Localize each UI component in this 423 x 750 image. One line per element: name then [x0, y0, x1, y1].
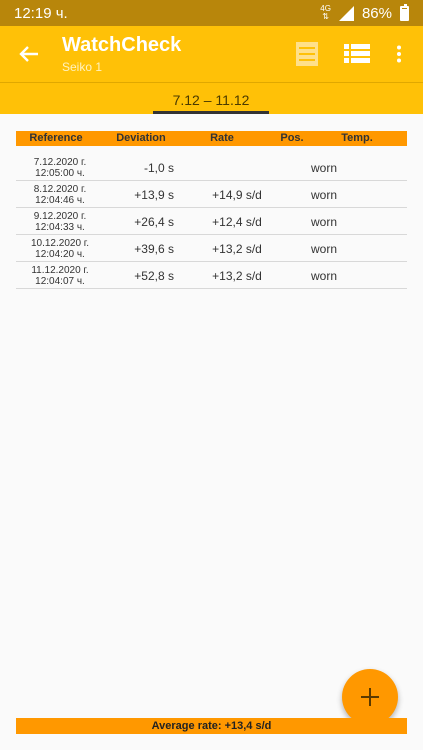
- deviation-cell: +39,6 s: [134, 242, 174, 256]
- reference-time: 12:04:20 ч.: [35, 249, 85, 260]
- table-row[interactable]: 7.12.2020 г. 12:05:00 ч. -1,0 s worn: [16, 154, 407, 181]
- reference-cell: 11.12.2020 г. 12:04:07 ч.: [16, 265, 104, 287]
- reference-date: 10.12.2020 г.: [30, 238, 90, 249]
- deviation-cell: +13,9 s: [134, 188, 174, 202]
- reference-date: 8.12.2020 г.: [33, 184, 87, 195]
- reference-date: 11.12.2020 г.: [31, 265, 89, 276]
- rate-cell: +14,9 s/d: [212, 188, 262, 202]
- position-cell: worn: [310, 269, 337, 283]
- position-cell: worn: [310, 161, 337, 175]
- app-title: WatchCheck: [62, 34, 182, 56]
- back-button[interactable]: [12, 38, 46, 70]
- reference-time: 12:04:46 ч.: [35, 195, 85, 206]
- table-row[interactable]: 9.12.2020 г. 12:04:33 ч. +26,4 s +12,4 s…: [16, 208, 407, 235]
- reference-time: 12:04:33 ч.: [35, 222, 85, 233]
- overflow-menu-button[interactable]: [384, 38, 414, 70]
- table-row[interactable]: 8.12.2020 г. 12:04:46 ч. +13,9 s +14,9 s…: [16, 181, 407, 208]
- tab-strip: 7.12 – 11.12: [0, 82, 423, 114]
- battery-icon: [400, 3, 409, 21]
- tab-indicator: [153, 111, 269, 114]
- reference-date: 9.12.2020 г.: [33, 211, 87, 222]
- deviation-cell: +52,8 s: [134, 269, 174, 283]
- header-reference: Reference: [29, 132, 83, 144]
- table-header: Reference Deviation Rate Pos. Temp.: [16, 131, 407, 146]
- battery-percent: 86%: [361, 4, 392, 22]
- header-temp: Temp.: [341, 132, 373, 144]
- reference-cell: 8.12.2020 г. 12:04:46 ч.: [16, 184, 104, 206]
- rate-cell: +12,4 s/d: [212, 215, 262, 229]
- list-view-icon: [344, 44, 370, 63]
- watch-name: Seiko 1: [62, 60, 103, 74]
- signal-icon: [338, 5, 354, 21]
- reference-cell: 7.12.2020 г. 12:05:00 ч.: [16, 157, 104, 179]
- rate-cell: +13,2 s/d: [212, 242, 262, 256]
- app-bar: WatchCheck Seiko 1: [0, 26, 423, 82]
- deviation-cell: +26,4 s: [134, 215, 174, 229]
- add-measurement-button[interactable]: [342, 669, 398, 725]
- deviation-cell: -1,0 s: [143, 161, 174, 175]
- header-pos: Pos.: [280, 132, 304, 144]
- plus-icon: [361, 688, 379, 706]
- reference-cell: 9.12.2020 г. 12:04:33 ч.: [16, 211, 104, 233]
- reference-time: 12:04:07 ч.: [35, 276, 85, 287]
- reference-date: 7.12.2020 г.: [33, 157, 87, 168]
- list-view-button[interactable]: [340, 38, 374, 70]
- table-row[interactable]: 11.12.2020 г. 12:04:07 ч. +52,8 s +13,2 …: [16, 262, 407, 289]
- card-view-button[interactable]: [290, 38, 324, 70]
- network-type: 4G ⇅: [320, 5, 331, 21]
- arrow-back-icon: [19, 46, 38, 62]
- bottom-spacer: [0, 734, 423, 750]
- reference-cell: 10.12.2020 г. 12:04:20 ч.: [16, 238, 104, 260]
- position-cell: worn: [310, 215, 337, 229]
- status-time: 12:19 ч.: [14, 4, 68, 22]
- average-rate-bar: Average rate: +13,4 s/d: [16, 718, 407, 734]
- table-row[interactable]: 10.12.2020 г. 12:04:20 ч. +39,6 s +13,2 …: [16, 235, 407, 262]
- position-cell: worn: [310, 242, 337, 256]
- position-cell: worn: [310, 188, 337, 202]
- card-view-icon: [296, 42, 318, 66]
- more-vert-icon: [397, 45, 401, 63]
- reference-time: 12:05:00 ч.: [35, 168, 85, 179]
- data-arrows-icon: ⇅: [322, 12, 329, 21]
- header-deviation: Deviation: [116, 132, 166, 144]
- header-rate: Rate: [210, 132, 234, 144]
- status-bar: 12:19 ч. 4G ⇅ 86%: [0, 0, 423, 26]
- measurements-table: Reference Deviation Rate Pos. Temp. 7.12…: [16, 131, 407, 289]
- rate-cell: +13,2 s/d: [212, 269, 262, 283]
